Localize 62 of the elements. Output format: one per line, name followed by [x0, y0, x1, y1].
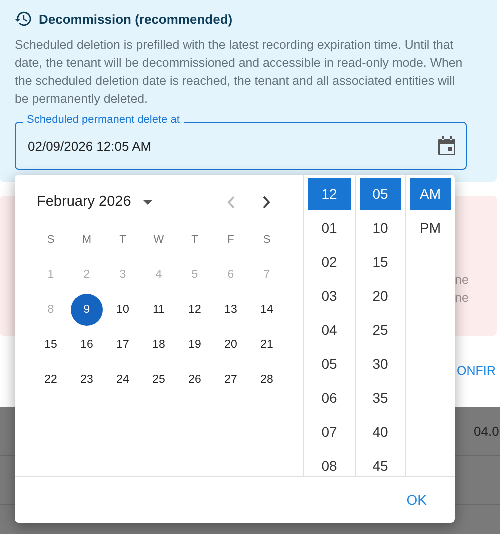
time-option[interactable]: 08: [308, 450, 351, 476]
time-option[interactable]: 07: [308, 416, 351, 448]
weekday-label: S: [262, 233, 272, 248]
time-option[interactable]: 12: [308, 178, 351, 210]
date-time-field[interactable]: Scheduled permanent delete at 02/09/2026 12:05 AM: [15, 114, 467, 170]
confirm-button[interactable]: ONFIR: [457, 364, 496, 378]
day-button[interactable]: 10: [107, 294, 139, 326]
weekday-label: W: [152, 233, 166, 248]
time-option[interactable]: 20: [360, 280, 401, 312]
day-button[interactable]: 26: [179, 364, 211, 396]
day-button[interactable]: 25: [143, 364, 175, 396]
history-icon: [15, 11, 32, 27]
time-option[interactable]: 30: [360, 348, 401, 380]
time-option[interactable]: 35: [360, 382, 401, 414]
time-option[interactable]: 45: [360, 450, 401, 476]
time-option[interactable]: 02: [308, 246, 351, 278]
time-option[interactable]: 15: [360, 246, 401, 278]
day-button[interactable]: 20: [215, 328, 247, 360]
time-option[interactable]: 05: [360, 178, 401, 210]
time-option[interactable]: 40: [360, 416, 401, 448]
field-label: Scheduled permanent delete at: [23, 114, 184, 126]
chevron-left-icon: [227, 196, 236, 208]
time-option[interactable]: 03: [308, 280, 351, 312]
time-option[interactable]: 10: [360, 212, 401, 244]
day-button[interactable]: 9: [71, 294, 103, 326]
time-option[interactable]: 06: [308, 382, 351, 414]
weekday-label: T: [118, 233, 128, 248]
warning-text: ne: [455, 290, 469, 307]
day-button[interactable]: 22: [35, 364, 67, 396]
day-button[interactable]: 28: [251, 364, 283, 396]
time-option[interactable]: AM: [410, 178, 451, 210]
calendar-icon[interactable]: [438, 136, 456, 156]
panel-title: Decommission (recommended): [39, 12, 233, 26]
day-button[interactable]: 12: [179, 294, 211, 326]
day-button[interactable]: 17: [107, 328, 139, 360]
day-button[interactable]: 23: [71, 364, 103, 396]
day-button[interactable]: 16: [71, 328, 103, 360]
weekday-label: S: [46, 233, 56, 248]
weekday-label: T: [190, 233, 200, 248]
day-button[interactable]: 27: [215, 364, 247, 396]
time-option[interactable]: PM: [410, 212, 451, 244]
weekday-label: F: [226, 233, 236, 248]
description-text: Scheduled deletion is prefilled with the latest recording expiration time. Until that date, the tenant will be decommissioned and accessible in read-only mode. When the scheduled deletion date is reached, the tenant and all associated entities will be permanently deleted.: [15, 37, 464, 108]
chevron-right-icon: [263, 196, 272, 208]
table-cell: 04.0: [474, 424, 500, 438]
weekday-label: M: [81, 233, 93, 248]
day-button[interactable]: 14: [251, 294, 283, 326]
caret-icon[interactable]: [143, 200, 154, 204]
warning-text: ne: [455, 272, 469, 289]
time-option[interactable]: 05: [308, 348, 351, 380]
day-button[interactable]: 13: [215, 294, 247, 326]
day-button[interactable]: 24: [107, 364, 139, 396]
day-button[interactable]: 15: [35, 328, 67, 360]
time-option[interactable]: 04: [308, 314, 351, 346]
month-label: February 2026: [37, 194, 132, 210]
day-button[interactable]: 18: [143, 328, 175, 360]
day-button[interactable]: 11: [143, 294, 175, 326]
day-button[interactable]: 19: [179, 328, 211, 360]
ok-button[interactable]: OK: [398, 486, 435, 514]
time-option[interactable]: 25: [360, 314, 401, 346]
day-button[interactable]: 21: [251, 328, 283, 360]
time-option[interactable]: 01: [308, 212, 351, 244]
